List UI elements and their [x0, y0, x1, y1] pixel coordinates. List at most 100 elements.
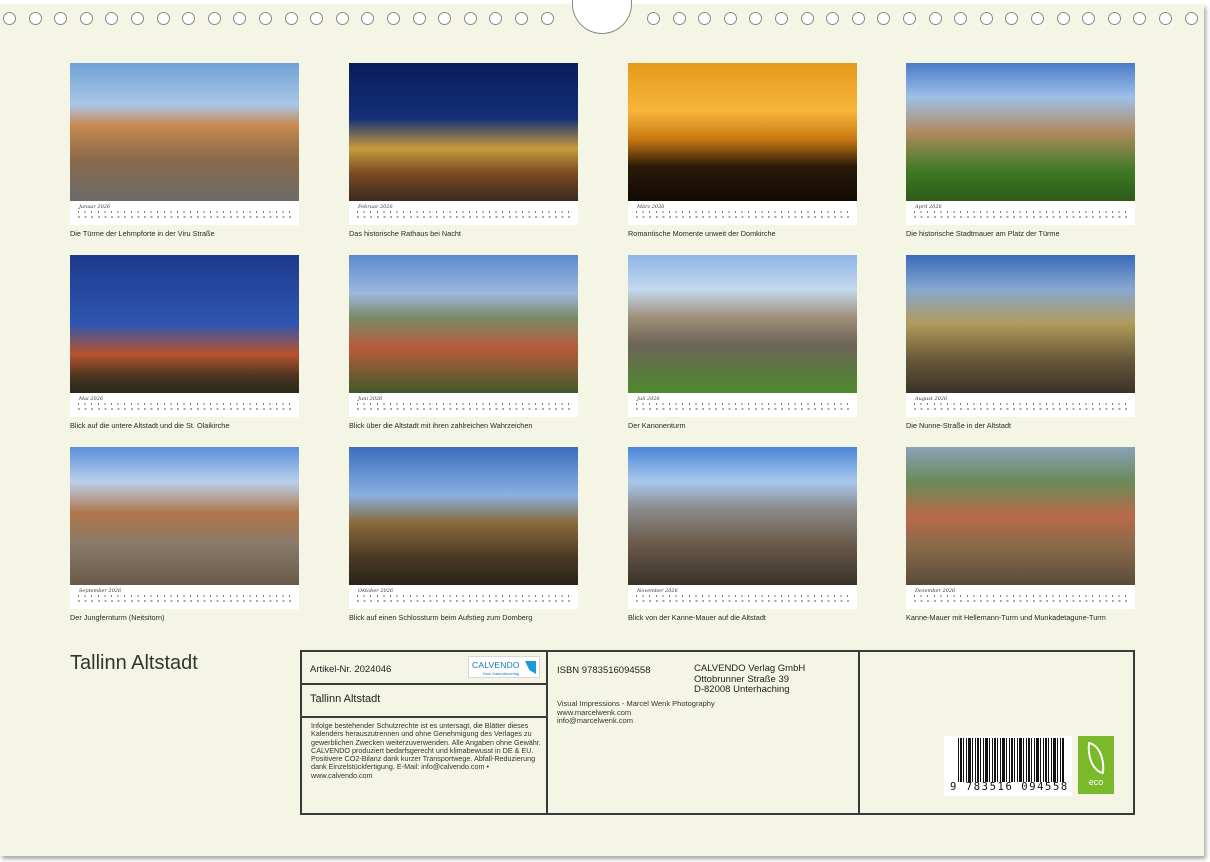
binding-ring: [851, 12, 865, 25]
month-day-marks: [636, 403, 849, 411]
binding-ring: [723, 12, 737, 25]
binding-ring: [800, 12, 814, 25]
binding-ring: [412, 12, 426, 25]
month-name: November 2026: [637, 588, 678, 594]
binding-ring: [489, 12, 503, 25]
month-day-marks: [914, 595, 1127, 603]
month-date-strip: Juni 2026: [349, 393, 578, 417]
month-caption: Der Kanonenturm: [628, 421, 686, 430]
info-title: Tallinn Altstadt: [310, 693, 381, 705]
month-caption: Die historische Stadtmauer am Platz der …: [906, 229, 1060, 238]
month-day-marks: [636, 595, 849, 603]
publisher-line: CALVENDO Verlag GmbH: [694, 663, 806, 674]
month-tile: Juni 2026 Blick über die Altstadt mit ihr…: [349, 255, 578, 430]
info-box: Artikel-Nr. 2024046 CALVENDO Dein Kalend…: [300, 650, 1135, 815]
month-photo: [70, 63, 299, 201]
month-tile: August 2026 Die Nunne-Straße in der Altst…: [906, 255, 1135, 430]
month-name: Januar 2026: [79, 204, 111, 210]
month-photo: [628, 255, 857, 393]
binding-ring: [672, 12, 686, 25]
publisher-line: D-82008 Unterhaching: [694, 684, 790, 696]
month-name: September 2026: [79, 588, 122, 594]
photographer-credits: Visual Impressions - Marcel Wenk Photogr…: [557, 699, 715, 726]
month-date-strip: Juli 2026: [628, 393, 857, 417]
month-day-marks: [914, 211, 1127, 219]
binding-ring: [284, 12, 298, 25]
eco-badge: eco: [1078, 736, 1114, 794]
month-day-marks: [78, 211, 291, 219]
month-caption: Das historische Rathaus bei Nacht: [349, 229, 461, 238]
month-caption: Blick von der Kanne-Mauer auf die Altsta…: [628, 613, 766, 622]
binding-ring: [387, 12, 400, 25]
binding-ring: [903, 12, 916, 25]
month-photo: [628, 447, 857, 585]
month-tile: November 2026 Blick von der Kanne-Mauer a…: [628, 447, 857, 622]
month-day-marks: [357, 595, 570, 603]
calvendo-flag-icon: [525, 661, 536, 674]
binding-ring: [335, 12, 349, 25]
month-photo: [70, 447, 299, 585]
month-tile: Dezember 2026 Kanne-Mauer mit Hellemann-T…: [906, 447, 1135, 622]
month-date-strip: April 2026: [906, 201, 1135, 225]
month-name: März 2026: [637, 204, 665, 210]
article-number: Artikel-Nr. 2024046: [310, 664, 392, 675]
binding-ring: [928, 12, 942, 25]
month-date-strip: Oktober 2026: [349, 585, 578, 609]
legal-notice: Infolge bestehender Schutzrechte ist es …: [311, 721, 541, 780]
calendar-title: Tallinn Altstadt: [70, 652, 198, 674]
binding-ring: [28, 12, 42, 25]
month-name: Dezember 2026: [915, 588, 956, 594]
month-photo: [906, 447, 1135, 585]
binding-ring: [1082, 12, 1096, 25]
binding-ring: [775, 12, 788, 25]
binding-ring: [233, 12, 247, 25]
binding-ring: [954, 12, 968, 25]
binding-ring: [1184, 12, 1198, 25]
month-photo: [628, 63, 857, 201]
month-date-strip: September 2026: [70, 585, 299, 609]
month-caption: Blick über die Altstadt mit ihren zahlre…: [349, 421, 533, 430]
calvendo-logo-name: CALVENDO: [472, 660, 520, 670]
barcode: 9 783516 094558: [944, 736, 1072, 796]
barcode-number: 9 783516 094558: [950, 781, 1069, 793]
binding-ring: [438, 12, 452, 25]
binding-ring: [207, 12, 221, 25]
info-column-middle: ISBN 9783516094558 CALVENDO Verlag GmbH …: [548, 652, 860, 813]
binding-ring: [1005, 12, 1019, 25]
eco-label: eco: [1088, 777, 1104, 787]
month-date-strip: November 2026: [628, 585, 857, 609]
binding-ring: [105, 12, 119, 25]
binding-ring: [698, 12, 712, 25]
isbn: ISBN 9783516094558: [557, 665, 651, 676]
binding-ring: [259, 12, 272, 25]
month-name: Mai 2026: [79, 396, 104, 402]
month-caption: Blick auf die untere Altstadt und die St…: [70, 421, 230, 430]
info-column-right: 9 783516 094558 eco: [860, 652, 1133, 813]
month-tile: April 2026 Die historische Stadtmauer am …: [906, 63, 1135, 238]
binding-ring: [1159, 12, 1172, 25]
info-column-left: Artikel-Nr. 2024046 CALVENDO Dein Kalend…: [302, 652, 548, 813]
binding-ring: [1031, 12, 1044, 25]
calendar-back-page: Januar 2026 Die Türme der Lehmpforte in d…: [0, 0, 1204, 856]
binding-ring: [131, 12, 144, 25]
month-caption: Die Nunne-Straße in der Altstadt: [906, 421, 1012, 430]
month-photo: [349, 255, 578, 393]
month-day-marks: [78, 595, 291, 603]
binding-ring: [79, 12, 93, 25]
month-caption: Der Jungfernturm (Neitsitorn): [70, 613, 165, 622]
leaf-icon: [1084, 741, 1108, 775]
month-name: Juli 2026: [637, 396, 660, 402]
month-photo: [349, 447, 578, 585]
binding-ring: [361, 12, 375, 25]
month-photo: [349, 63, 578, 201]
month-date-strip: Mai 2026: [70, 393, 299, 417]
month-tile: Oktober 2026 Blick auf einen Schlossturm …: [349, 447, 578, 622]
binding-ring: [156, 12, 170, 25]
binding-ring: [1056, 12, 1070, 25]
month-name: August 2026: [915, 396, 948, 402]
binding-ring: [749, 12, 763, 25]
binding-ring: [647, 12, 660, 25]
month-caption: Romantische Momente unweit der Domkirche: [628, 229, 776, 238]
month-name: Oktober 2026: [358, 588, 394, 594]
month-tile: Januar 2026 Die Türme der Lehmpforte in d…: [70, 63, 299, 238]
